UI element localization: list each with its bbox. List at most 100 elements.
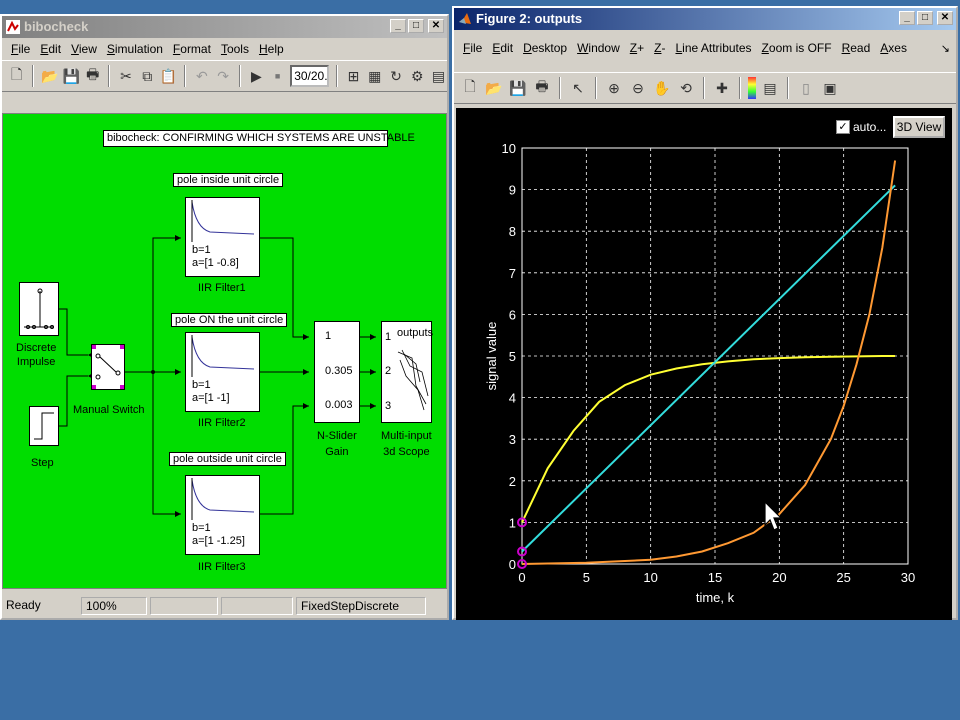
figure-minimize-button[interactable]: _ — [899, 11, 915, 25]
simulink-menu-view[interactable]: View — [66, 42, 102, 56]
save-icon[interactable]: 💾 — [63, 65, 80, 87]
new-figure-icon[interactable]: 🗋 — [460, 77, 480, 99]
simulink-menubar: File Edit View Simulation Format Tools Help — [2, 39, 447, 59]
cut-icon[interactable]: ✂ — [117, 65, 134, 87]
model-explorer-icon[interactable]: ▤ — [430, 65, 447, 87]
filter3-a: a=[1 -1.25] — [192, 535, 245, 547]
figure-titlebar[interactable]: Figure 2: outputs _ □ ✕ — [454, 8, 956, 30]
x-tick-label: 20 — [772, 570, 786, 585]
toolbar-separator — [108, 65, 111, 87]
pole-outside-label: pole outside unit circle — [169, 452, 286, 466]
gain-value-1: 1 — [325, 330, 332, 342]
print-icon[interactable]: 🖶 — [84, 65, 101, 87]
n-slider-gain-label: N-Slider Gain — [317, 430, 357, 458]
matlab-logo-icon — [459, 13, 471, 24]
iir-filter2-block[interactable]: b=1 a=[1 -1] — [185, 332, 260, 412]
gain-value-2: 0.305 — [325, 365, 353, 377]
discrete-impulse-block[interactable] — [19, 282, 59, 336]
start-simulation-icon[interactable]: ▶ — [248, 65, 265, 87]
pan-hand-icon[interactable]: ✋ — [652, 77, 672, 99]
close-button[interactable]: ✕ — [428, 19, 444, 33]
show-plot-tools-icon[interactable]: ▣ — [820, 77, 840, 99]
filter2-b: b=1 — [192, 379, 211, 391]
n-slider-gain-block[interactable]: 1 0.305 0.003 — [314, 321, 360, 423]
simulink-titlebar[interactable]: bibocheck _ □ ✕ — [2, 16, 447, 38]
iir-filter1-block[interactable]: b=1 a=[1 -0.8] — [185, 197, 260, 277]
simulink-menu-simulation[interactable]: Simulation — [102, 42, 168, 56]
dock-arrow-icon[interactable]: ↘ — [941, 42, 950, 55]
print-figure-icon[interactable]: 🖶 — [532, 77, 552, 99]
multi-input-scope-block[interactable]: outputs 1 2 3 — [381, 321, 433, 423]
manual-switch-label: Manual Switch — [73, 404, 145, 416]
figure-menu-read[interactable]: Read — [837, 41, 876, 55]
y-tick-label: 1 — [509, 515, 516, 530]
toolbar-separator — [787, 77, 789, 99]
model-canvas[interactable]: bibocheck: CONFIRMING WHICH SYSTEMS ARE … — [2, 113, 447, 589]
discrete-impulse-label: Discrete Impulse — [16, 342, 57, 368]
figure-menu-axes[interactable]: Axes — [875, 41, 912, 55]
multi-input-scope-label: Multi-input 3d Scope — [381, 430, 432, 458]
simulink-menu-help[interactable]: Help — [254, 42, 289, 56]
figure-menu-desktop[interactable]: Desktop — [518, 41, 572, 55]
figure-menu-edit[interactable]: Edit — [487, 41, 518, 55]
legend-icon[interactable]: ▤ — [760, 77, 780, 99]
update-diagram-icon[interactable]: ↻ — [387, 65, 404, 87]
stop-simulation-icon[interactable]: ■ — [269, 65, 286, 87]
y-tick-label: 6 — [509, 307, 516, 322]
copy-icon[interactable]: ⧉ — [139, 65, 156, 87]
iir-filter3-block[interactable]: b=1 a=[1 -1.25] — [185, 475, 260, 555]
iir-filter1-label: IIR Filter1 — [198, 282, 246, 294]
new-model-icon[interactable]: 🗋 — [8, 65, 25, 87]
minimize-button[interactable]: _ — [390, 19, 406, 33]
figure-menu-zoom-is-off[interactable]: Zoom is OFF — [757, 41, 837, 55]
maximize-button[interactable]: □ — [408, 19, 424, 33]
hide-plot-tools-icon[interactable]: ▯ — [796, 77, 816, 99]
figure-menu-file[interactable]: File — [458, 41, 487, 55]
build-icon[interactable]: ⊞ — [345, 65, 362, 87]
toolbar-separator — [739, 77, 741, 99]
figure-menu-line-attributes[interactable]: Line Attributes — [670, 41, 756, 55]
open-file-icon[interactable]: 📂 — [484, 77, 504, 99]
figure-close-button[interactable]: ✕ — [937, 11, 953, 25]
zoom-out-icon[interactable]: ⊖ — [628, 77, 648, 99]
scope-port-3: 3 — [385, 400, 392, 412]
toolbar-separator — [335, 65, 338, 87]
plot-area[interactable]: ✓ auto... 3D View 0 5 10 15 20 25 30 0 1 2 3 4 5 6 7 8 9… — [456, 108, 952, 620]
edit-plot-arrow-icon[interactable]: ↖ — [568, 77, 588, 99]
simulink-menu-format[interactable]: Format — [168, 42, 216, 56]
scope-port-1: 1 — [385, 331, 392, 343]
simulink-menu-tools[interactable]: Tools — [216, 42, 254, 56]
manual-switch-block[interactable] — [91, 344, 125, 390]
x-tick-label: 30 — [901, 570, 915, 585]
step-block[interactable] — [29, 406, 59, 446]
library-browser-icon[interactable]: ▦ — [366, 65, 383, 87]
rotate-3d-icon[interactable]: ⟲ — [676, 77, 696, 99]
pole-on-label: pole ON the unit circle — [171, 313, 288, 327]
y-axis-label: signal value — [484, 322, 499, 391]
colorbar-icon[interactable] — [748, 77, 756, 99]
filter3-response-icon — [191, 478, 255, 520]
debug-icon[interactable]: ⚙ — [409, 65, 426, 87]
save-figure-icon[interactable]: 💾 — [508, 77, 528, 99]
paste-icon[interactable]: 📋 — [160, 65, 177, 87]
simulink-menu-file[interactable]: File — [6, 42, 35, 56]
scope-port-2: 2 — [385, 365, 392, 377]
pole-inside-label: pole inside unit circle — [173, 173, 284, 187]
filter1-response-icon — [191, 200, 255, 242]
step-icon — [34, 412, 54, 440]
zoom-in-icon[interactable]: ⊕ — [604, 77, 624, 99]
redo-icon[interactable]: ↷ — [214, 65, 231, 87]
y-tick-label: 3 — [509, 432, 516, 447]
figure-maximize-button[interactable]: □ — [917, 11, 933, 25]
figure-menu-window[interactable]: Window — [572, 41, 625, 55]
mouse-cursor-icon — [764, 501, 783, 531]
open-icon[interactable]: 📂 — [41, 65, 58, 87]
undo-icon[interactable]: ↶ — [193, 65, 210, 87]
simulink-menu-edit[interactable]: Edit — [35, 42, 66, 56]
figure-menu-z+[interactable]: Z+ — [625, 41, 649, 55]
data-cursor-icon[interactable]: ✚ — [712, 77, 732, 99]
y-tick-label: 8 — [509, 224, 516, 239]
stop-time-field[interactable]: 30/20... — [290, 65, 329, 87]
diagram-title-box[interactable]: bibocheck: CONFIRMING WHICH SYSTEMS ARE … — [103, 130, 415, 147]
figure-menu-z-[interactable]: Z- — [649, 41, 670, 55]
